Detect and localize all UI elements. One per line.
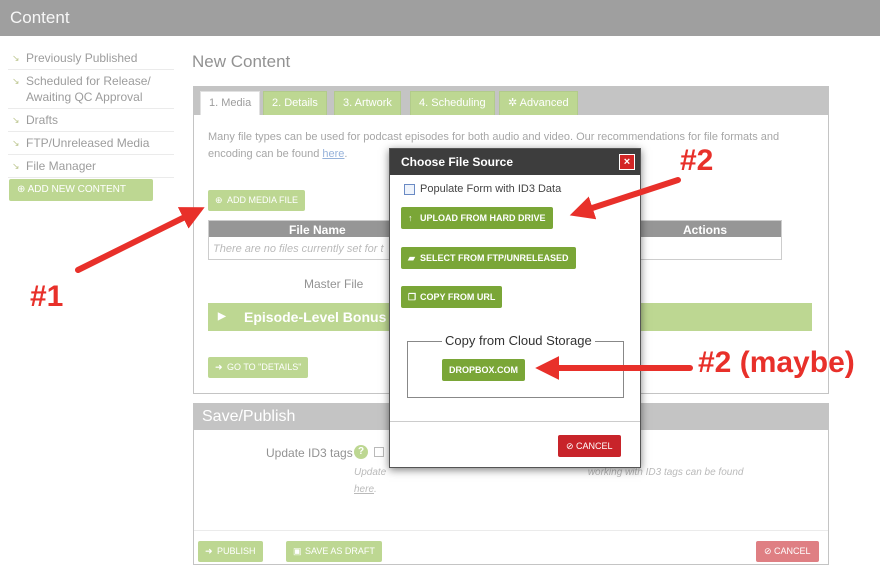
annotation-label-2: #2 xyxy=(680,144,714,177)
annotation-label-2-maybe: #2 (maybe) xyxy=(698,346,855,379)
arrow-one xyxy=(75,207,205,273)
annotation-label-1: #1 xyxy=(30,280,64,313)
arrow-two xyxy=(569,177,681,220)
annotation-arrows xyxy=(75,177,693,380)
